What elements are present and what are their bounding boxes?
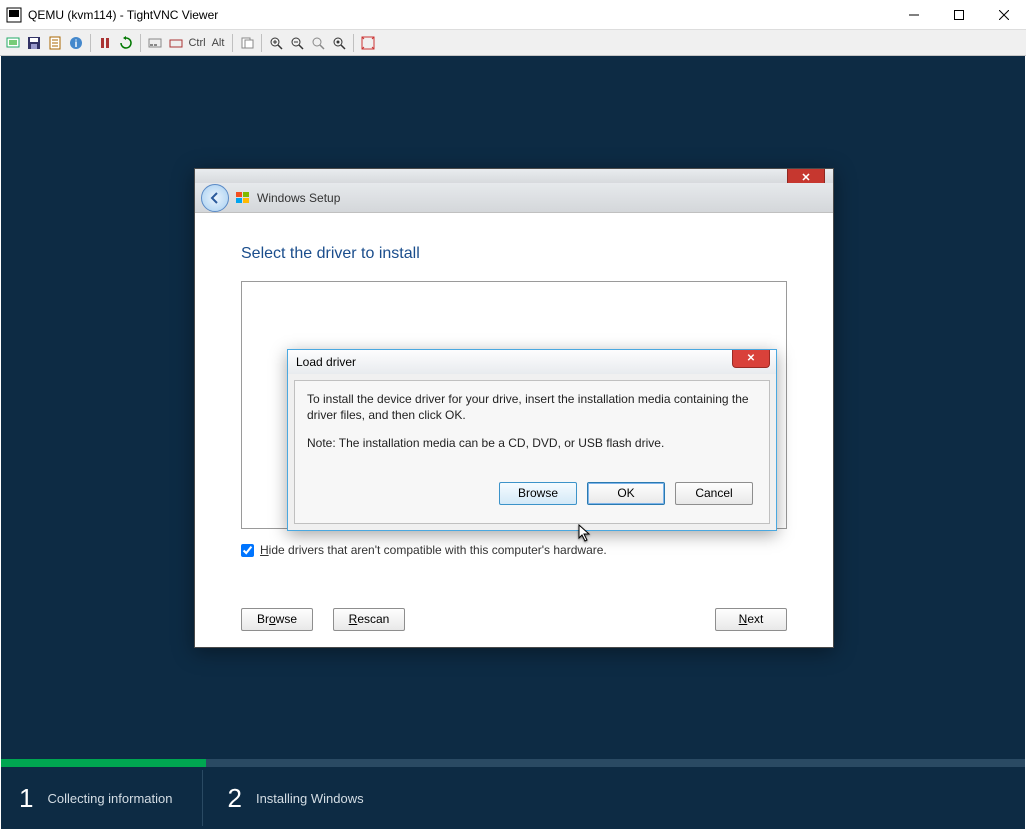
stage-separator: [202, 770, 203, 826]
zoom-in-icon[interactable]: [266, 33, 286, 53]
dialog-text-2: Note: The installation media can be a CD…: [307, 435, 757, 451]
progress-fill: [1, 759, 206, 767]
zoom-out-icon[interactable]: [287, 33, 307, 53]
dialog-close-button[interactable]: ✕: [732, 350, 770, 368]
vnc-toolbar: i Ctrl Alt: [0, 30, 1026, 56]
dialog-cancel-button[interactable]: Cancel: [675, 482, 753, 505]
stage-2-number: 2: [227, 783, 241, 814]
stage-1-number: 1: [19, 783, 33, 814]
windows-flag-icon: [235, 190, 251, 206]
save-icon[interactable]: [24, 33, 44, 53]
dialog-browse-button[interactable]: Browse: [499, 482, 577, 505]
stage-1-label: Collecting information: [47, 791, 172, 806]
minimize-button[interactable]: [891, 0, 936, 29]
stage-bar: 1 Collecting information 2 Installing Wi…: [1, 767, 1025, 829]
new-connection-icon[interactable]: [3, 33, 23, 53]
refresh-icon[interactable]: [116, 33, 136, 53]
wizard-header: Windows Setup: [195, 183, 833, 213]
tightvnc-icon: [6, 7, 22, 23]
options-icon[interactable]: [45, 33, 65, 53]
remote-desktop: ✕ Windows Setup Select the driver to ins…: [1, 56, 1025, 829]
progress-strip: [1, 759, 1025, 767]
info-icon[interactable]: i: [66, 33, 86, 53]
stage-2-label: Installing Windows: [256, 791, 364, 806]
close-button[interactable]: [981, 0, 1026, 29]
zoom-auto-icon[interactable]: [329, 33, 349, 53]
send-keys-icon[interactable]: [166, 33, 186, 53]
browse-button[interactable]: Browse: [241, 608, 313, 631]
dialog-title: Load driver: [296, 355, 356, 369]
stage-2: 2 Installing Windows: [209, 783, 363, 814]
stage-1: 1 Collecting information: [1, 783, 172, 814]
maximize-button[interactable]: [936, 0, 981, 29]
windows-setup-wizard: ✕ Windows Setup Select the driver to ins…: [194, 168, 834, 648]
next-button[interactable]: Next: [715, 608, 787, 631]
hide-incompatible-checkbox-row[interactable]: Hide drivers that aren't compatible with…: [241, 543, 787, 557]
window-title: QEMU (kvm114) - TightVNC Viewer: [28, 8, 891, 22]
pause-icon[interactable]: [95, 33, 115, 53]
hide-incompatible-checkbox[interactable]: [241, 544, 254, 557]
fullscreen-icon[interactable]: [358, 33, 378, 53]
wizard-title: Windows Setup: [257, 191, 340, 205]
svg-text:i: i: [75, 39, 78, 50]
dialog-ok-button[interactable]: OK: [587, 482, 665, 505]
file-transfer-icon[interactable]: [237, 33, 257, 53]
page-heading: Select the driver to install: [241, 245, 787, 263]
cad-icon[interactable]: [145, 33, 165, 53]
alt-key-button[interactable]: Alt: [208, 33, 228, 53]
dialog-text-1: To install the device driver for your dr…: [307, 391, 757, 423]
checkbox-label: Hide drivers that aren't compatible with…: [260, 543, 607, 557]
rescan-button[interactable]: Rescan: [333, 608, 405, 631]
ctrl-key-button[interactable]: Ctrl: [187, 33, 207, 53]
load-driver-dialog: Load driver ✕ To install the device driv…: [287, 349, 777, 531]
zoom-100-icon[interactable]: [308, 33, 328, 53]
vnc-titlebar: QEMU (kvm114) - TightVNC Viewer: [0, 0, 1026, 30]
back-button[interactable]: [201, 184, 229, 212]
